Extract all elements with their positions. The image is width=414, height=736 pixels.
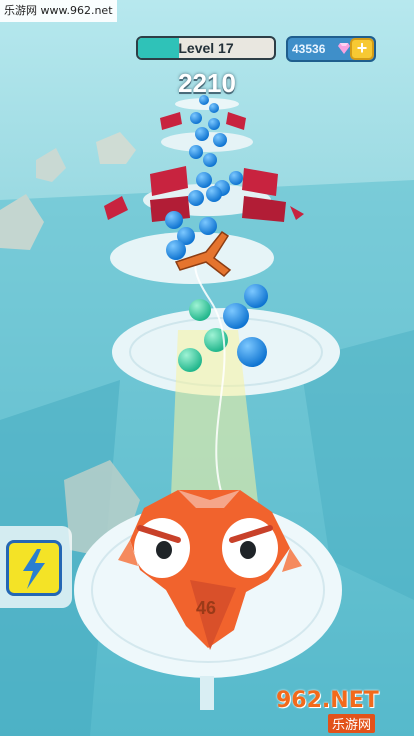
player-number: 46 [196,598,216,618]
watermark-logo: 962.NET [276,688,379,713]
score: 2210 [178,68,236,98]
level-label: Level 17 [178,40,234,56]
power-up-button[interactable] [0,526,72,608]
platform-pillar [200,676,214,710]
level-progress-bar: Level 17 [136,36,276,60]
watermark-top: 乐游网 www.962.net [0,0,117,22]
gem-icon [338,43,350,54]
game-scene: 46 [0,0,414,736]
currency-value: 43536 [292,42,326,56]
add-currency-button[interactable]: + [350,38,374,60]
watermark-sub: 乐游网 [328,714,376,733]
power-up-inner [6,540,62,596]
watermark-bottom: 962.NET 乐游网 [276,688,410,733]
lightning-icon [23,549,45,589]
currency-panel: 43536 + [286,36,376,62]
